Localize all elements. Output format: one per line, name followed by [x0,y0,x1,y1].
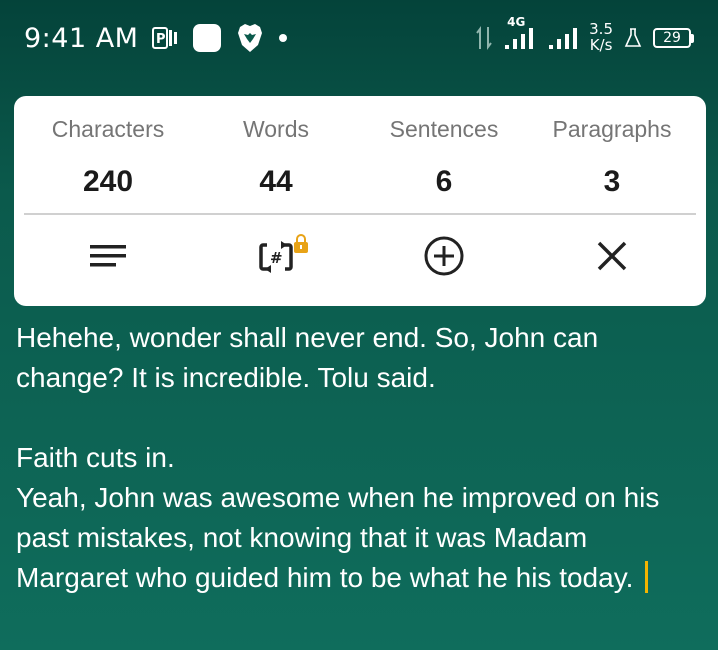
status-time: 9:41 AM [24,22,139,54]
stat-characters: Characters 240 [24,106,192,199]
dot-icon [278,33,288,43]
white-square-icon [192,23,222,53]
stat-value: 3 [603,165,621,198]
stat-label: Characters [51,116,165,142]
signal-icon: 4G [503,15,537,51]
battery-icon: 29 [653,28,694,48]
add-circle-icon [423,235,465,281]
battery-level: 29 [653,28,691,48]
signal-icon-2 [547,25,579,51]
text-editor[interactable]: Hehehe, wonder shall never end. So, John… [16,318,706,598]
close-icon [595,239,629,277]
p-icon: P [152,26,178,50]
hashtag-swap-icon: # [255,235,297,281]
stat-paragraphs: Paragraphs 3 [528,106,696,199]
status-left: 9:41 AM P [24,23,288,54]
brave-icon [236,23,264,53]
lock-icon [292,232,310,258]
stat-value: 240 [82,165,134,198]
align-lines-icon [88,241,128,275]
stat-words: Words 44 [192,106,360,199]
svg-text:P: P [156,32,166,47]
hashtag-swap-button[interactable]: # [248,230,308,286]
stats-row: Characters 240 Words 44 Sentences 6 Para… [24,106,696,199]
network-type: 4G [507,15,526,29]
text-caret [645,561,649,593]
svg-text:#: # [270,249,283,267]
battery-tip [691,33,694,43]
align-button[interactable] [80,230,136,286]
speed-unit: K/s [589,36,613,54]
flask-icon [623,27,643,49]
stat-sentences: Sentences 6 [360,106,528,199]
stat-label: Words [242,116,310,142]
stat-value: 44 [259,165,293,198]
editor-text[interactable]: Hehehe, wonder shall never end. So, John… [16,322,667,593]
status-right: 4G 3.5 K/s 29 [475,15,694,54]
stat-label: Sentences [389,116,499,142]
stats-card: Characters 240 Words 44 Sentences 6 Para… [14,96,706,306]
add-button[interactable] [416,230,472,286]
stat-value: 6 [435,165,453,198]
toolbar: # [24,215,696,301]
status-bar: 9:41 AM P 4G 3.5 K/s 29 [0,0,718,76]
network-speed: 3.5 K/s [589,21,613,54]
stat-label: Paragraphs [552,116,672,142]
data-arrows-icon [475,25,493,51]
close-button[interactable] [584,230,640,286]
